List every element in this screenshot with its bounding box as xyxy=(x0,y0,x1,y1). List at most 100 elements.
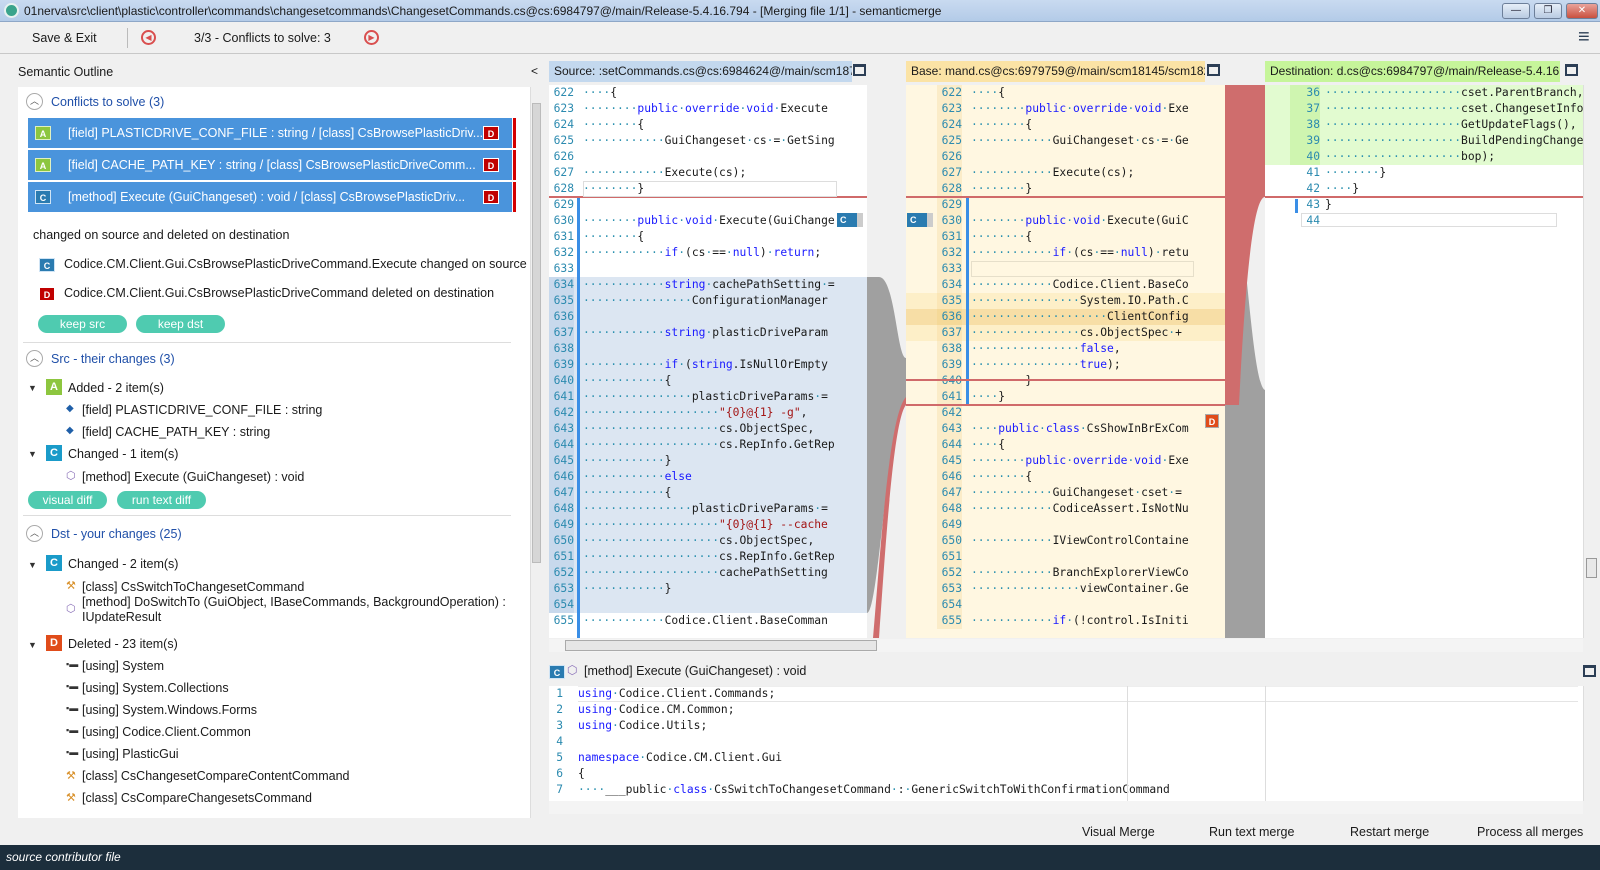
code-line[interactable]: 634 ············string·cachePathSetting·= xyxy=(549,277,867,293)
tree-item[interactable]: [using] Codice.Client.Common xyxy=(82,725,251,739)
menu-icon[interactable]: ≡ xyxy=(1578,26,1590,49)
collapse-src-icon[interactable]: ︿ xyxy=(26,350,43,367)
code-line[interactable]: 654 xyxy=(549,597,867,613)
run-text-merge-button[interactable]: Run text merge xyxy=(1209,825,1294,839)
code-line[interactable]: 639 ············if·(string.IsNullOrEmpty xyxy=(549,357,867,373)
code-line[interactable]: 643 ····················cs.ObjectSpec, xyxy=(549,421,867,437)
code-line[interactable]: 652 ············BranchExplorerViewCo xyxy=(906,565,1225,581)
code-line[interactable]: 629 xyxy=(906,197,1225,213)
added-group[interactable]: Added - 2 item(s) xyxy=(68,381,164,395)
code-line[interactable]: 40 ····················bop); xyxy=(1265,149,1583,165)
code-line[interactable]: 647 ············{ xyxy=(549,485,867,501)
expand-triangle-icon[interactable]: ▼ xyxy=(28,560,37,570)
tree-item[interactable]: [field] PLASTICDRIVE_CONF_FILE : string xyxy=(82,403,322,417)
code-line[interactable]: 649 ····················"{0}@{1} --cache xyxy=(549,517,867,533)
code-line[interactable]: 638 xyxy=(549,341,867,357)
base-panel[interactable]: 622 ····{623 ········public·override·void·… xyxy=(906,85,1225,638)
code-line[interactable]: 649 xyxy=(906,517,1225,533)
code-line[interactable]: 636 xyxy=(549,309,867,325)
conflicts-header[interactable]: Conflicts to solve (3) xyxy=(51,95,164,109)
code-line[interactable]: 623 ········public·override·void·Exe xyxy=(906,101,1225,117)
conflict-badge[interactable]: C xyxy=(837,213,863,227)
code-line[interactable]: 651 xyxy=(906,549,1225,565)
code-line[interactable]: 626 xyxy=(549,149,867,165)
code-line[interactable]: 625 ············GuiChangeset·cs·=·GetSing xyxy=(549,133,867,149)
code-line[interactable]: 652 ····················cachePathSetting xyxy=(549,565,867,581)
code-line[interactable]: 647 ············GuiChangeset·cset·= xyxy=(906,485,1225,501)
tree-item[interactable]: [class] CsSwitchToChangesetCommand xyxy=(82,580,304,594)
code-line[interactable]: 622 ····{ xyxy=(549,85,867,101)
run-text-diff-button[interactable]: run text diff xyxy=(117,491,206,509)
code-line[interactable]: 637 ················cs.ObjectSpec·+ xyxy=(906,325,1225,341)
deleted-group[interactable]: Deleted - 23 item(s) xyxy=(68,637,178,651)
tree-item[interactable]: [using] PlasticGui xyxy=(82,747,179,761)
code-line[interactable]: 655 ············if·(!control.IsIniti xyxy=(906,613,1225,629)
code-line[interactable]: 640 ········} xyxy=(906,373,1225,389)
code-line[interactable]: 646 ············else xyxy=(549,469,867,485)
diff-horizontal-scrollbar[interactable] xyxy=(549,639,1583,652)
src-changes-header[interactable]: Src - their changes (3) xyxy=(51,352,175,366)
code-line[interactable]: 631 ········{ xyxy=(549,229,867,245)
code-line[interactable]: 650 ············IViewControlContaine xyxy=(906,533,1225,549)
collapse-dst-icon[interactable]: ︿ xyxy=(26,525,43,542)
code-line[interactable]: 653 ················viewContainer.Ge xyxy=(906,581,1225,597)
restart-merge-button[interactable]: Restart merge xyxy=(1350,825,1429,839)
code-line[interactable]: 653 ············} xyxy=(549,581,867,597)
maximize-source-icon[interactable] xyxy=(853,64,866,76)
collapse-conflicts-icon[interactable]: ︿ xyxy=(26,93,43,110)
tree-item[interactable]: [method] Execute (GuiChangeset) : void xyxy=(82,470,304,484)
maximize-base-icon[interactable] xyxy=(1207,64,1220,76)
conflict-row[interactable]: A [field] PLASTICDRIVE_CONF_FILE : strin… xyxy=(28,118,516,148)
code-line[interactable]: 639 ················true); xyxy=(906,357,1225,373)
code-line[interactable]: 628 ········} xyxy=(906,181,1225,197)
result-editor[interactable]: 1 using·Codice.Client.Commands; 2 using·Cod… xyxy=(549,686,1583,801)
code-line[interactable]: 3 using·Codice.Utils; xyxy=(549,718,1583,734)
code-line[interactable]: 650 ····················cs.ObjectSpec, xyxy=(549,533,867,549)
code-line[interactable]: 645 ············} xyxy=(549,453,867,469)
code-line[interactable]: 43} xyxy=(1265,197,1583,213)
expand-triangle-icon[interactable]: ▼ xyxy=(28,383,37,393)
code-line[interactable]: 5 namespace·Codice.CM.Client.Gui xyxy=(549,750,1583,766)
outline-scroll-thumb[interactable] xyxy=(532,103,541,563)
code-line[interactable]: 625 ············GuiChangeset·cs·=·Ge xyxy=(906,133,1225,149)
code-line[interactable]: 2 using·Codice.CM.Common; xyxy=(549,702,1583,718)
tree-item[interactable]: [class] CsCompareChangesetsCommand xyxy=(82,791,312,805)
code-line[interactable]: 632 ············if·(cs·==·null)·return; xyxy=(549,245,867,261)
code-line[interactable]: 629 xyxy=(549,197,867,213)
tree-item[interactable]: [field] CACHE_PATH_KEY : string xyxy=(82,425,270,439)
code-line[interactable]: 655 ············Codice.Client.BaseComman xyxy=(549,613,867,629)
code-line[interactable]: 635 ················ConfigurationManager xyxy=(549,293,867,309)
result-horizontal-scrollbar[interactable] xyxy=(549,801,1583,814)
conflict-row-selected[interactable]: C [method] Execute (GuiChangeset) : void… xyxy=(28,182,516,212)
code-line[interactable]: 636 ····················ClientConfig xyxy=(906,309,1225,325)
close-button[interactable]: ✕ xyxy=(1566,3,1598,19)
tree-item[interactable]: [using] System xyxy=(82,659,164,673)
diff-vertical-scrollbar[interactable] xyxy=(1583,85,1598,638)
code-line[interactable]: 644 ····{ xyxy=(906,437,1225,453)
code-line[interactable]: 648 ················plasticDriveParams·= xyxy=(549,501,867,517)
conflict-row[interactable]: A [field] CACHE_PATH_KEY : string / [cla… xyxy=(28,150,516,180)
code-line[interactable]: 642 ····················"{0}@{1} -g", xyxy=(549,405,867,421)
code-line[interactable]: 624 ········{ xyxy=(906,117,1225,133)
code-line[interactable]: 635 ················System.IO.Path.C xyxy=(906,293,1225,309)
code-line[interactable]: 41 ········} xyxy=(1265,165,1583,181)
tree-item[interactable]: [using] System.Windows.Forms xyxy=(82,703,257,717)
code-line[interactable]: 645 ········public·override·void·Exe xyxy=(906,453,1225,469)
code-line[interactable]: 627 ············Execute(cs); xyxy=(549,165,867,181)
code-line[interactable]: 630 ········public·void·Execute(GuiC xyxy=(906,213,1225,229)
code-line[interactable]: 623 ········public·override·void·Execute xyxy=(549,101,867,117)
code-line[interactable]: 7 ····___public·class·CsSwitchToChangeset… xyxy=(549,782,1583,798)
code-line[interactable]: 627 ············Execute(cs); xyxy=(906,165,1225,181)
destination-panel[interactable]: 36 ····················cset.ParentBranch,… xyxy=(1265,85,1583,638)
restore-button[interactable]: ❐ xyxy=(1534,3,1562,19)
changed-group[interactable]: Changed - 2 item(s) xyxy=(68,557,178,571)
code-line[interactable]: 633 xyxy=(549,261,867,277)
code-line[interactable]: 642 xyxy=(906,405,1225,421)
code-line[interactable]: 643 ····public·class·CsShowInBrExCom xyxy=(906,421,1225,437)
keep-src-button[interactable]: keep src xyxy=(38,315,127,333)
maximize-destination-icon[interactable] xyxy=(1565,64,1578,76)
code-line[interactable]: 36 ····················cset.ParentBranch, xyxy=(1265,85,1583,101)
process-all-merges-button[interactable]: Process all merges xyxy=(1477,825,1583,839)
result-vertical-scrollbar[interactable] xyxy=(1583,686,1598,801)
code-line[interactable]: 638 ················false, xyxy=(906,341,1225,357)
